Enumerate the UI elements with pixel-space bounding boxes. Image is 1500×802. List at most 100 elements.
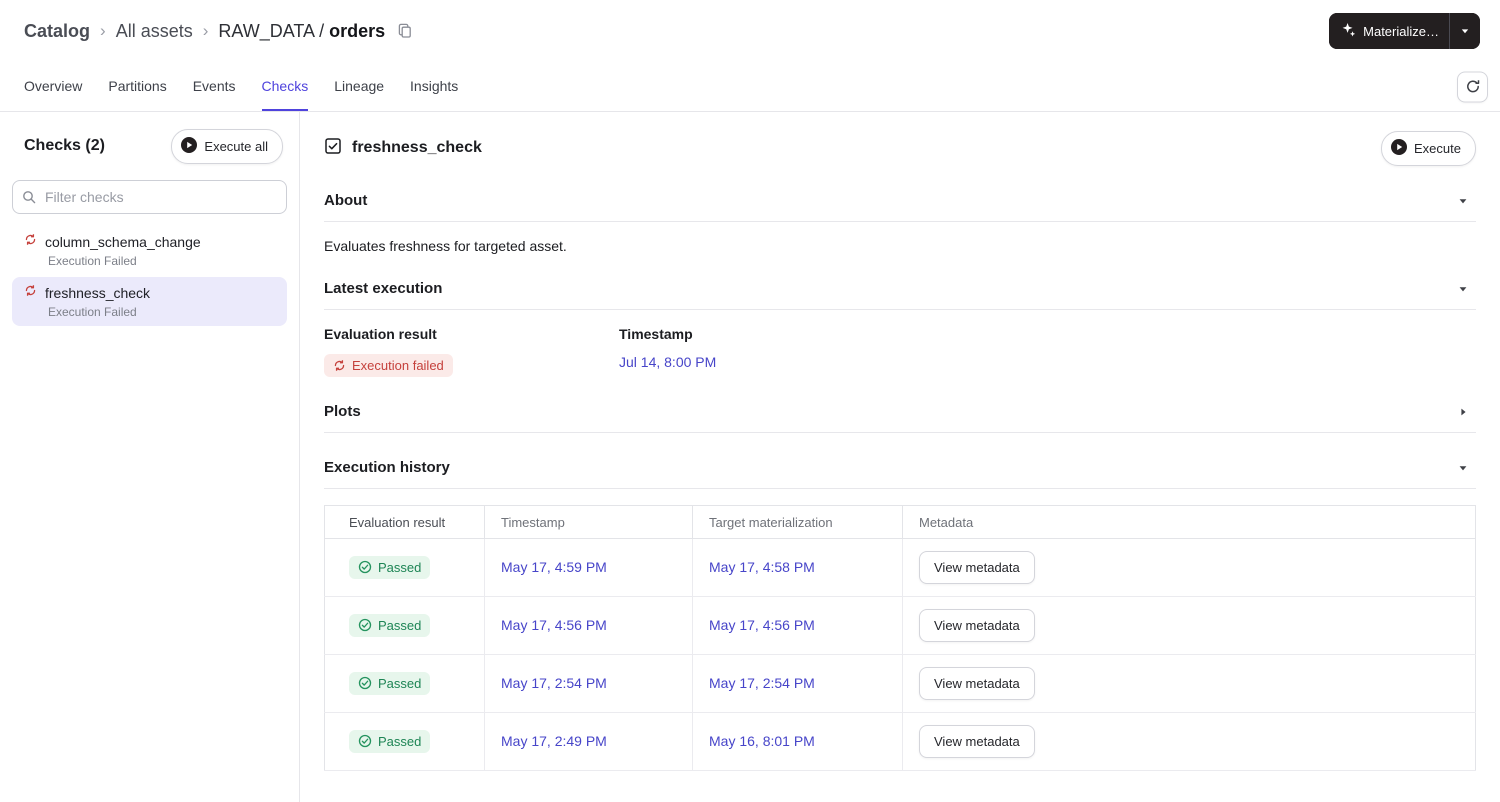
passed-badge: Passed [349, 613, 431, 637]
materialize-button[interactable]: Materialize… [1329, 13, 1449, 49]
tab-label: Insights [410, 77, 459, 94]
execution-history-table: Evaluation result Timestamp Target mater… [324, 505, 1476, 771]
checks-count-title: Checks (2) [24, 137, 105, 154]
timestamp-link[interactable]: May 17, 2:54 PM [501, 675, 607, 691]
passed-badge-label: Passed [378, 559, 422, 575]
col-evaluation-result: Evaluation result [324, 505, 485, 539]
col-target-materialization: Target materialization [692, 505, 903, 539]
play-icon [181, 136, 198, 156]
col-timestamp: Timestamp [484, 505, 693, 539]
view-metadata-label: View metadata [934, 676, 1020, 691]
tab-overview[interactable]: Overview [24, 62, 82, 111]
checks-sidebar: Checks (2) Execute all column_schema_cha… [0, 112, 300, 802]
view-metadata-button[interactable]: View metadata [919, 609, 1035, 642]
filter-checks-input[interactable] [12, 180, 287, 214]
timestamp-label: Timestamp [619, 326, 693, 342]
execute-all-label: Execute all [204, 138, 268, 154]
passed-badge-label: Passed [378, 733, 422, 749]
history-row: Passed May 17, 4:59 PM May 17, 4:58 PM V… [324, 538, 1476, 597]
collapse-toggle-chevron-right-icon[interactable] [1454, 405, 1472, 419]
collapse-toggle-chevron-down-icon[interactable] [1454, 461, 1472, 475]
plots-title: Plots [324, 403, 361, 420]
col-metadata: Metadata [902, 505, 1476, 539]
execution-history-title: Execution history [324, 459, 450, 476]
play-icon [1391, 138, 1408, 158]
check-list-item[interactable]: freshness_check Execution Failed [12, 277, 287, 326]
timestamp-link[interactable]: May 17, 2:49 PM [501, 733, 607, 749]
check-status: Execution Failed [48, 254, 137, 268]
materialize-button-group: Materialize… [1329, 13, 1480, 49]
plots-section: Plots [324, 403, 1476, 433]
tab-label: Events [192, 77, 236, 94]
target-materialization-link[interactable]: May 16, 8:01 PM [709, 733, 815, 749]
latest-execution-section: Latest execution Evaluation result Execu… [324, 280, 1476, 377]
view-metadata-button[interactable]: View metadata [919, 725, 1035, 758]
sparkle-icon [1341, 22, 1356, 40]
passed-badge: Passed [349, 555, 431, 579]
latest-timestamp-link[interactable]: Jul 14, 8:00 PM [619, 354, 716, 370]
tab-events[interactable]: Events [193, 62, 236, 111]
history-row: Passed May 17, 2:49 PM May 16, 8:01 PM V… [324, 712, 1476, 771]
view-metadata-button[interactable]: View metadata [919, 667, 1035, 700]
refresh-button[interactable] [1457, 71, 1488, 102]
target-materialization-link[interactable]: May 17, 4:56 PM [709, 617, 815, 633]
check-detail-panel: freshness_check Execute About Evaluates … [300, 112, 1500, 802]
check-circle-icon [358, 619, 372, 632]
about-description: Evaluates freshness for targeted asset. [324, 238, 567, 254]
breadcrumb-asset-prefix: RAW_DATA / [218, 20, 325, 41]
view-metadata-button[interactable]: View metadata [919, 551, 1035, 584]
check-name: freshness_check [45, 285, 151, 301]
view-metadata-label: View metadata [934, 560, 1020, 575]
about-section: About Evaluates freshness for targeted a… [324, 192, 1476, 254]
execute-label: Execute [1414, 140, 1461, 156]
latest-execution-title: Latest execution [324, 280, 443, 297]
breadcrumb-asset-name: orders [329, 20, 386, 41]
breadcrumb-asset: RAW_DATA / orders [218, 21, 385, 42]
collapse-toggle-chevron-down-icon[interactable] [1454, 282, 1472, 296]
copy-icon[interactable] [397, 23, 413, 39]
top-bar: Catalog › All assets › RAW_DATA / orders… [0, 0, 1500, 62]
filter-checks-field [12, 180, 287, 214]
execute-button[interactable]: Execute [1381, 130, 1476, 166]
check-title: freshness_check [352, 139, 482, 156]
tab-label: Partitions [108, 77, 167, 94]
check-circle-icon [358, 561, 372, 574]
about-title: About [324, 192, 368, 209]
passed-badge-label: Passed [378, 675, 422, 691]
materialize-dropdown-button[interactable] [1449, 13, 1480, 49]
breadcrumb-catalog[interactable]: Catalog [24, 21, 90, 42]
passed-badge: Passed [349, 671, 431, 695]
tab-label: Checks [261, 77, 309, 94]
check-circle-icon [358, 677, 372, 690]
collapse-toggle-chevron-down-icon[interactable] [1454, 194, 1472, 208]
tab-checks[interactable]: Checks [261, 62, 309, 111]
asset-check-icon [324, 137, 342, 160]
check-list-item[interactable]: column_schema_change Execution Failed [12, 226, 287, 275]
view-metadata-label: View metadata [934, 734, 1020, 749]
passed-badge-label: Passed [378, 617, 422, 633]
execution-failed-icon [24, 284, 37, 302]
tab-label: Overview [24, 77, 83, 94]
passed-badge: Passed [349, 729, 431, 753]
evaluation-result-label: Evaluation result [324, 326, 437, 342]
check-status: Execution Failed [48, 305, 137, 319]
chevron-right-icon: › [202, 21, 209, 40]
checks-list: column_schema_change Execution Failed fr… [12, 226, 287, 326]
breadcrumb: Catalog › All assets › RAW_DATA / orders [24, 21, 413, 42]
timestamp-link[interactable]: May 17, 4:56 PM [501, 617, 607, 633]
breadcrumb-all-assets[interactable]: All assets [116, 21, 193, 42]
table-header-row: Evaluation result Timestamp Target mater… [324, 505, 1476, 539]
tab-partitions[interactable]: Partitions [108, 62, 166, 111]
history-tbody: Passed May 17, 4:59 PM May 17, 4:58 PM V… [324, 538, 1476, 771]
target-materialization-link[interactable]: May 17, 4:58 PM [709, 559, 815, 575]
history-row: Passed May 17, 2:54 PM May 17, 2:54 PM V… [324, 654, 1476, 713]
timestamp-link[interactable]: May 17, 4:59 PM [501, 559, 607, 575]
target-materialization-link[interactable]: May 17, 2:54 PM [709, 675, 815, 691]
history-row: Passed May 17, 4:56 PM May 17, 4:56 PM V… [324, 596, 1476, 655]
tab-lineage[interactable]: Lineage [334, 62, 384, 111]
check-circle-icon [358, 735, 372, 748]
execute-all-button[interactable]: Execute all [171, 128, 283, 164]
changed-icon [334, 360, 345, 371]
tab-insights[interactable]: Insights [410, 62, 458, 111]
materialize-label: Materialize… [1363, 23, 1439, 39]
